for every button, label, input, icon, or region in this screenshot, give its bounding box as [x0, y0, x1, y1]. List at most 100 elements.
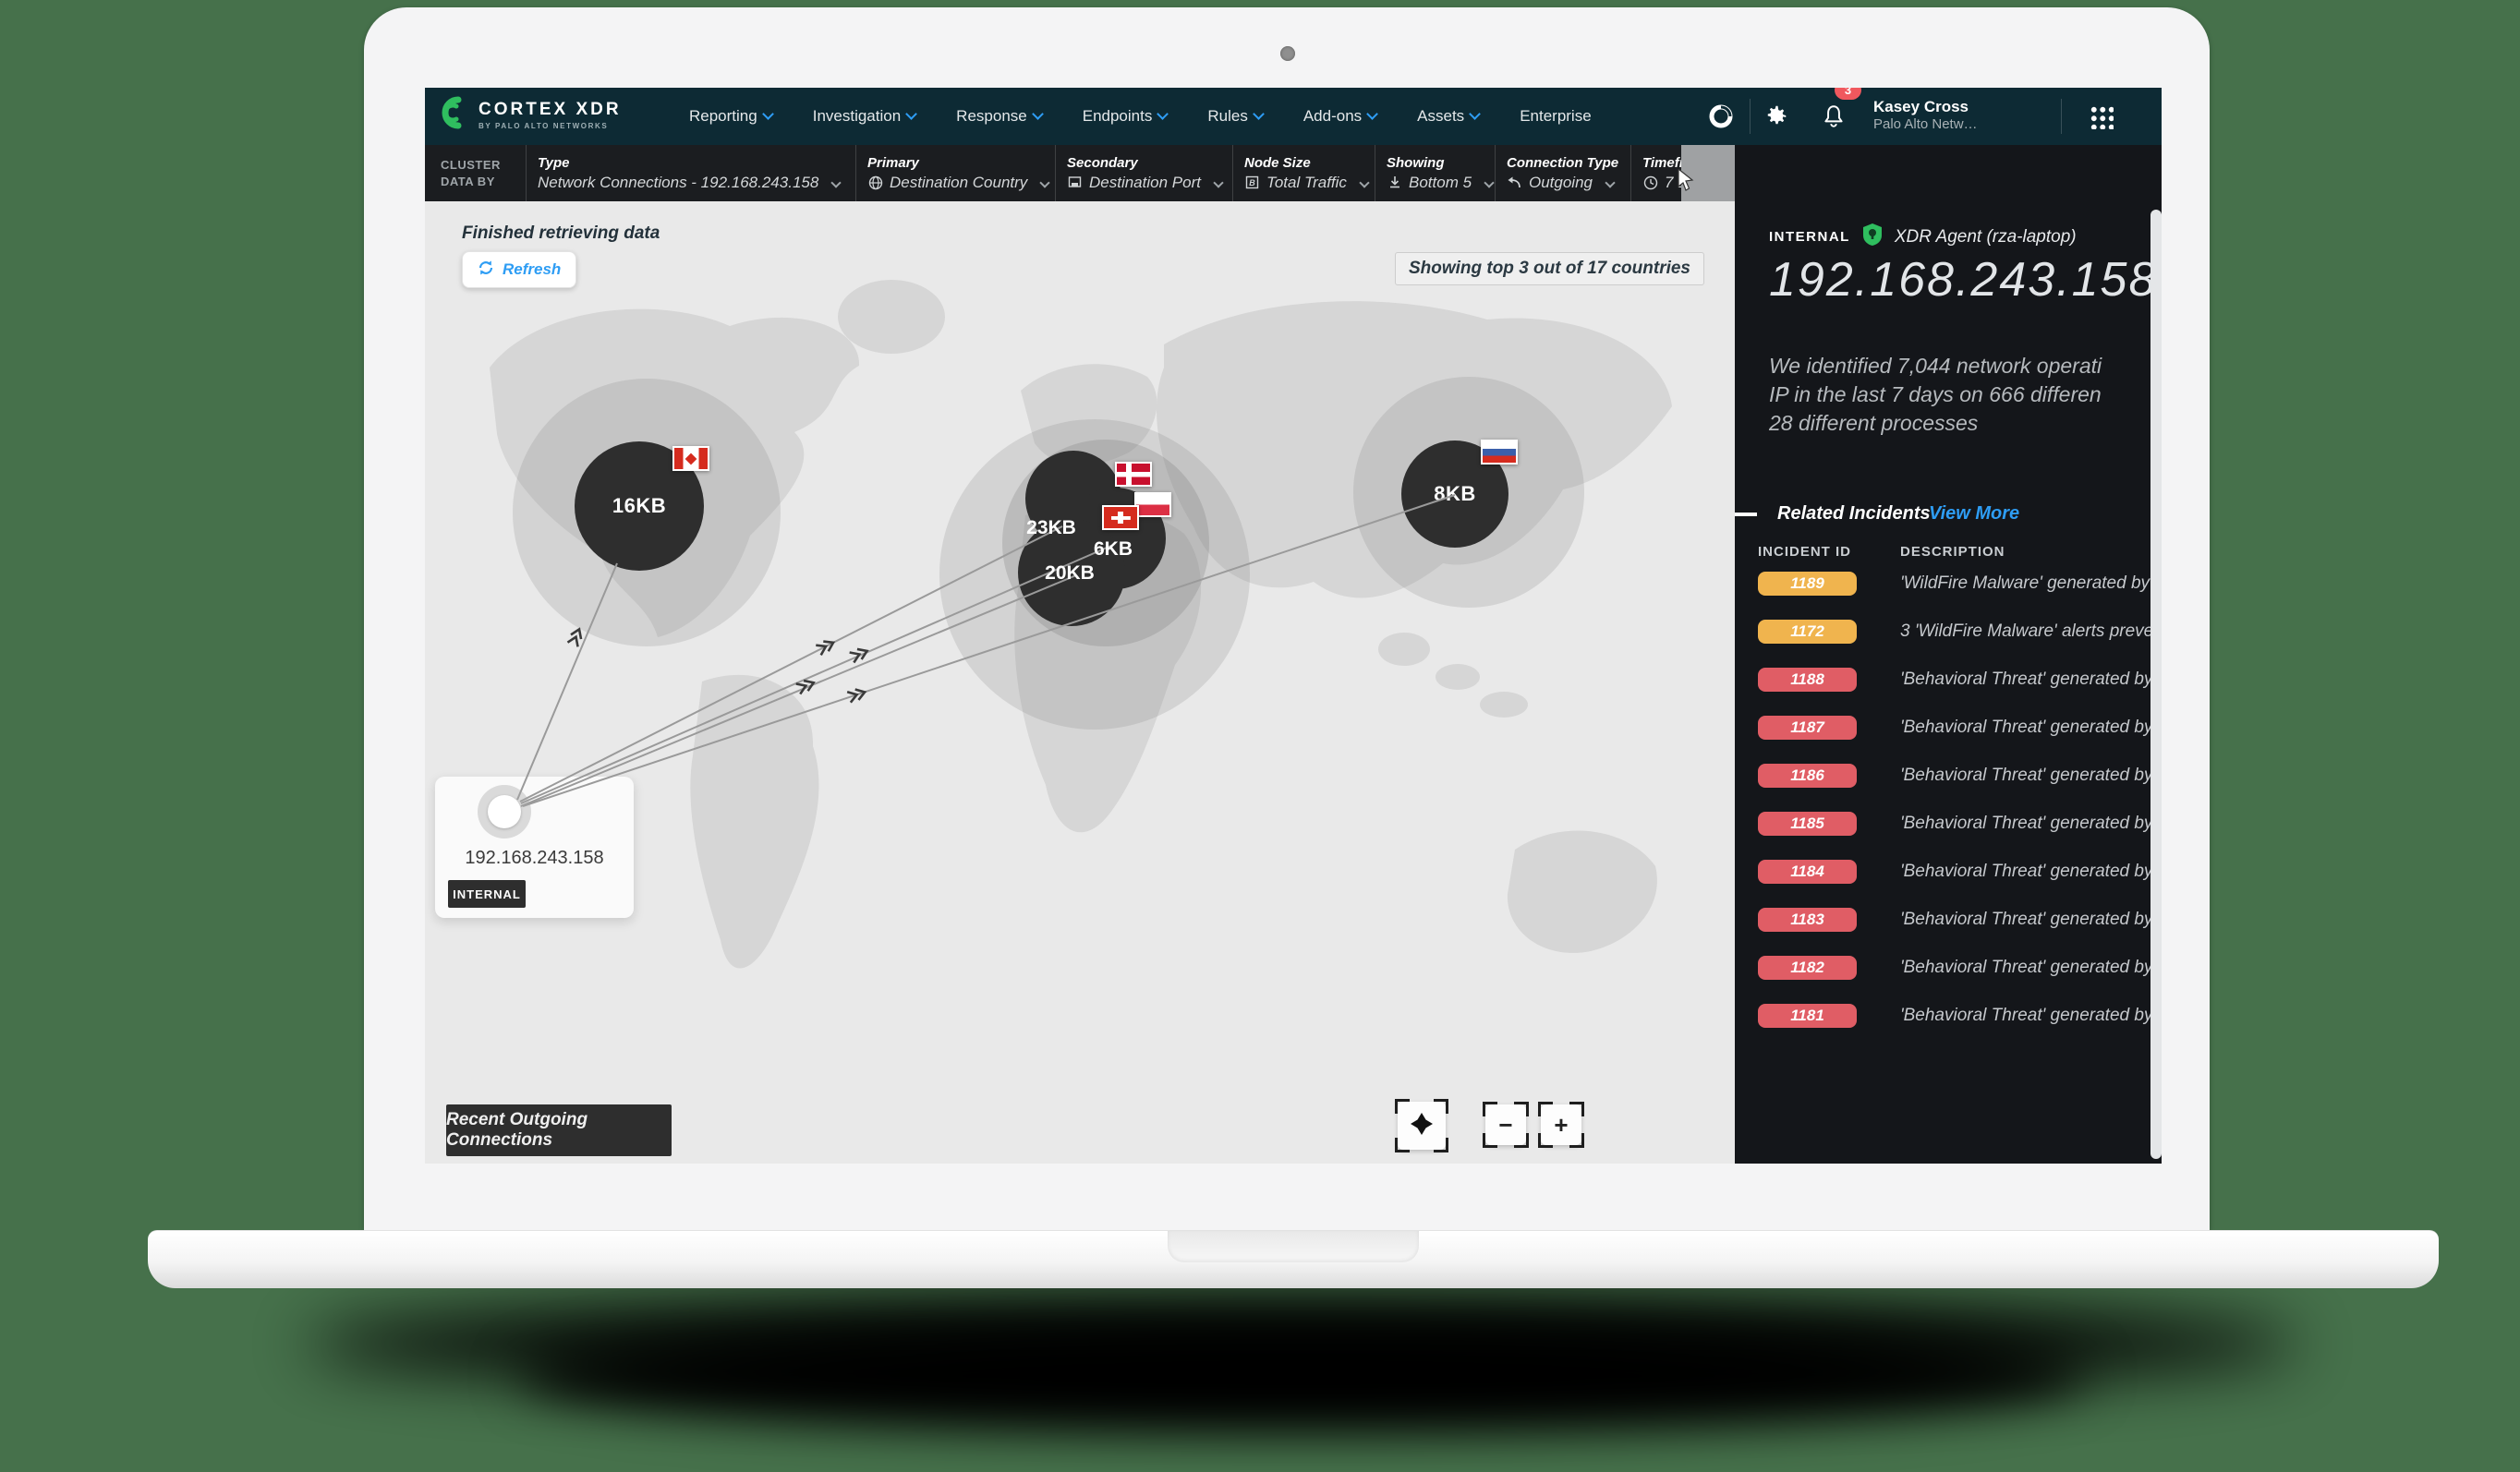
incident-row[interactable]: 1187 'Behavioral Threat' generated by XD…	[1758, 716, 2150, 740]
corner-bracket	[1538, 1102, 1553, 1116]
menu-investigation[interactable]: Investigation	[813, 107, 915, 126]
recenter-button[interactable]	[1398, 1102, 1446, 1150]
menu-endpoints[interactable]: Endpoints	[1083, 107, 1168, 126]
laptop-shadow-dark	[517, 1321, 2088, 1431]
bell-icon[interactable]: 3	[1815, 88, 1852, 145]
zoom-out-button[interactable]: −	[1485, 1104, 1526, 1145]
incident-id-badge[interactable]: 1183	[1758, 908, 1857, 932]
incident-id-badge[interactable]: 1172	[1758, 620, 1857, 644]
chevron-down-icon	[1213, 177, 1223, 187]
filter-connection-type: Connection Type Outgoing	[1495, 145, 1630, 201]
incident-row[interactable]: 1185 'Behavioral Threat' generated by XD…	[1758, 812, 2150, 836]
menu-enterprise[interactable]: Enterprise	[1520, 107, 1591, 126]
cluster-toolbar: CLUSTERDATA BY Type Network Connections …	[425, 145, 1735, 201]
outgoing-arrow-icon	[1507, 175, 1522, 190]
incident-row[interactable]: 1183 'Behavioral Threat' generated by XD…	[1758, 908, 2150, 932]
incident-description: 'Behavioral Threat' generated by XDR Ag	[1900, 766, 2150, 786]
corner-bracket	[1434, 1099, 1448, 1114]
chevron-down-icon	[1366, 108, 1378, 120]
source-node-ip: 192.168.243.158	[435, 848, 634, 869]
notification-badge[interactable]: 3	[1835, 88, 1861, 100]
filter-node-size: Node Size B Total Traffic	[1232, 145, 1375, 201]
chevron-down-icon	[1253, 108, 1265, 120]
chevron-down-icon	[1040, 177, 1050, 187]
gear-icon[interactable]	[1759, 88, 1792, 145]
incident-description: 'Behavioral Threat' generated by XDR Ag	[1900, 958, 2150, 978]
panel-agent-label: XDR Agent (rza-laptop)	[1895, 227, 2077, 247]
incident-row[interactable]: 1186 'Behavioral Threat' generated by XD…	[1758, 764, 2150, 788]
bytes-icon: B	[1244, 175, 1260, 190]
incident-row[interactable]: 1182 'Behavioral Threat' generated by XD…	[1758, 956, 2150, 980]
app-screen: CORTEX XDR BY PALO ALTO NETWORKS Reporti…	[425, 88, 2162, 1164]
menu-reporting[interactable]: Reporting	[689, 107, 772, 126]
chevron-down-icon	[1157, 108, 1169, 120]
column-incident-id: INCIDENT ID	[1758, 544, 1851, 560]
menu-assets[interactable]: Assets	[1417, 107, 1479, 126]
chevron-down-icon	[905, 108, 917, 120]
filter-showing-dropdown[interactable]: Bottom 5	[1387, 174, 1495, 192]
laptop-camera	[1280, 46, 1295, 61]
incident-id-badge[interactable]: 1184	[1758, 860, 1857, 884]
source-node[interactable]	[488, 795, 521, 828]
panel-scrollbar[interactable]	[2150, 210, 2162, 1159]
filter-type-dropdown[interactable]: Network Connections - 192.168.243.158	[538, 174, 855, 192]
incident-row[interactable]: 1172 3 'WildFire Malware' alerts prevent…	[1758, 620, 2150, 644]
cluster-label-23kb: 23KB	[1026, 517, 1076, 539]
xdr-agent-shield-icon	[1861, 223, 1884, 251]
network-map[interactable]: 16KB 8KB 23KB 6KB 20KB 192.168.243.158 I…	[425, 201, 1735, 1164]
incident-id-badge[interactable]: 1188	[1758, 668, 1857, 692]
cluster-data-by-label: CLUSTERDATA BY	[425, 145, 526, 201]
cortex-logo-icon	[440, 95, 469, 135]
poland-flag-icon	[1134, 492, 1171, 517]
incident-id-badge[interactable]: 1187	[1758, 716, 1857, 740]
incident-row[interactable]: 1184 'Behavioral Threat' generated by XD…	[1758, 860, 2150, 884]
denmark-flag-icon	[1115, 462, 1152, 487]
bottom-arrow-icon	[1387, 175, 1402, 190]
switzerland-flag-icon	[1102, 505, 1139, 530]
mouse-cursor-icon	[1678, 169, 1698, 198]
incident-id-badge[interactable]: 1185	[1758, 812, 1857, 836]
incident-row[interactable]: 1189 'WildFire Malware' generated by XDR…	[1758, 572, 2150, 596]
top-navbar: CORTEX XDR BY PALO ALTO NETWORKS Reporti…	[425, 88, 2162, 145]
corner-bracket	[1395, 1099, 1410, 1114]
app-grid-icon[interactable]	[2090, 105, 2114, 129]
filter-primary-dropdown[interactable]: Destination Country	[867, 174, 1055, 192]
panel-ip-heading: 192.168.243.158	[1769, 252, 2157, 308]
corner-bracket	[1395, 1138, 1410, 1152]
user-account[interactable]: Kasey Cross Palo Alto Netw…	[1873, 98, 1978, 133]
incident-id-badge[interactable]: 1181	[1758, 1004, 1857, 1028]
chevron-down-icon	[1032, 108, 1044, 120]
corner-bracket	[1569, 1102, 1584, 1116]
related-incidents-title: Related Incidents	[1777, 503, 1931, 525]
filter-type: Type Network Connections - 192.168.243.1…	[526, 145, 855, 201]
menu-rules[interactable]: Rules	[1207, 107, 1262, 126]
globe-icon	[867, 175, 883, 190]
filter-secondary: Secondary Destination Port	[1055, 145, 1232, 201]
zoom-in-button[interactable]: +	[1541, 1104, 1581, 1145]
russia-flag-icon	[1481, 440, 1518, 465]
chevron-down-icon	[762, 108, 774, 120]
incident-id-badge[interactable]: 1182	[1758, 956, 1857, 980]
chevron-down-icon	[1484, 177, 1494, 187]
filter-node-size-dropdown[interactable]: B Total Traffic	[1244, 174, 1375, 192]
incident-description: 'WildFire Malware' generated by XDR Ag	[1900, 573, 2150, 594]
chevron-down-icon	[1359, 177, 1369, 187]
filter-connection-type-dropdown[interactable]: Outgoing	[1507, 174, 1630, 192]
incident-id-badge[interactable]: 1189	[1758, 572, 1857, 596]
brand-logo[interactable]: CORTEX XDR BY PALO ALTO NETWORKS	[440, 95, 622, 135]
incident-id-badge[interactable]: 1186	[1758, 764, 1857, 788]
view-more-link[interactable]: View More	[1929, 503, 2019, 525]
brand-tagline: BY PALO ALTO NETWORKS	[479, 122, 622, 130]
corner-bracket	[1483, 1102, 1497, 1116]
brand-name: CORTEX XDR	[479, 100, 622, 120]
svg-text:B: B	[1249, 178, 1255, 187]
filter-secondary-dropdown[interactable]: Destination Port	[1067, 174, 1232, 192]
cortex-mark-icon[interactable]	[1704, 88, 1738, 145]
incident-row[interactable]: 1188 'Behavioral Threat' generated by XD…	[1758, 668, 2150, 692]
incident-row[interactable]: 1181 'Behavioral Threat' generated by XD…	[1758, 1004, 2150, 1028]
chevron-down-icon	[1469, 108, 1481, 120]
laptop-base-notch	[1168, 1231, 1419, 1262]
menu-add-ons[interactable]: Add-ons	[1303, 107, 1376, 126]
menu-response[interactable]: Response	[956, 107, 1042, 126]
source-node-internal-badge: INTERNAL	[448, 880, 526, 908]
